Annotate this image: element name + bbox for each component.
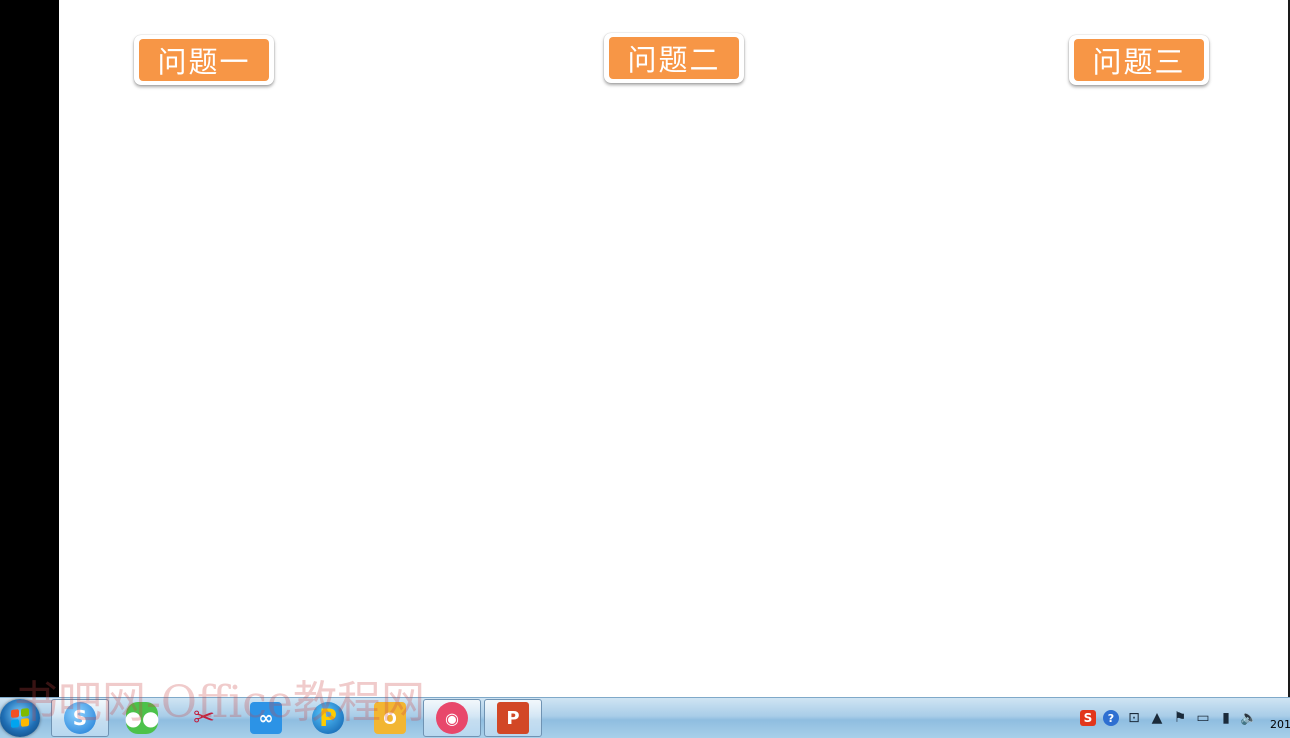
taskbar-clock[interactable]: 201: [1270, 718, 1290, 731]
left-black-margin: [0, 0, 59, 697]
system-tray: S ? ⊡ ▲ ⚑ ▭ ▮ 🔈: [1080, 706, 1258, 730]
tray-overflow-icon[interactable]: ⊡: [1126, 710, 1142, 726]
question-three-button[interactable]: 问题三: [1069, 35, 1209, 85]
taskbar-item-sogou-browser[interactable]: S: [51, 699, 109, 737]
question-one-label: 问题一: [139, 39, 269, 81]
taskbar-item-powerpoint[interactable]: P: [484, 699, 542, 737]
windows-logo-icon: [11, 708, 29, 728]
taskbar-item-outlook[interactable]: O: [361, 699, 419, 737]
taskbar-item-baidu-netdisk[interactable]: ∞: [237, 699, 295, 737]
network-icon[interactable]: ▮: [1218, 710, 1234, 726]
pptv-icon: P: [312, 702, 344, 734]
start-button[interactable]: [0, 699, 40, 737]
baidu-netdisk-icon: ∞: [250, 702, 282, 734]
show-hidden-icons-arrow-icon[interactable]: ▲: [1149, 710, 1165, 726]
wechat-icon: ●●: [125, 702, 159, 734]
help-icon[interactable]: ?: [1103, 710, 1119, 726]
action-center-icon[interactable]: ⚑: [1172, 710, 1188, 726]
display-icon[interactable]: ▭: [1195, 710, 1211, 726]
outlook-icon: O: [374, 702, 406, 734]
question-two-label: 问题二: [609, 37, 739, 79]
volume-icon[interactable]: 🔈: [1240, 710, 1257, 726]
taskbar-item-camera[interactable]: ◉: [423, 699, 481, 737]
taskbar-item-pptv[interactable]: P: [299, 699, 357, 737]
camera-icon: ◉: [436, 702, 468, 734]
ime-sogou-icon[interactable]: S: [1080, 710, 1096, 726]
windows-taskbar: S ●● ✂ ∞ P O ◉ P S ? ⊡ ▲ ⚑ ▭ ▮ 🔈 201: [0, 697, 1290, 738]
question-three-label: 问题三: [1074, 39, 1204, 81]
presentation-slide: [59, 0, 1288, 697]
powerpoint-icon: P: [497, 702, 529, 734]
sogou-browser-icon: S: [64, 702, 96, 734]
scissors-icon: ✂: [193, 703, 215, 733]
question-two-button[interactable]: 问题二: [604, 33, 744, 83]
taskbar-item-scissors[interactable]: ✂: [175, 699, 233, 737]
question-one-button[interactable]: 问题一: [134, 35, 274, 85]
taskbar-item-wechat[interactable]: ●●: [113, 699, 171, 737]
